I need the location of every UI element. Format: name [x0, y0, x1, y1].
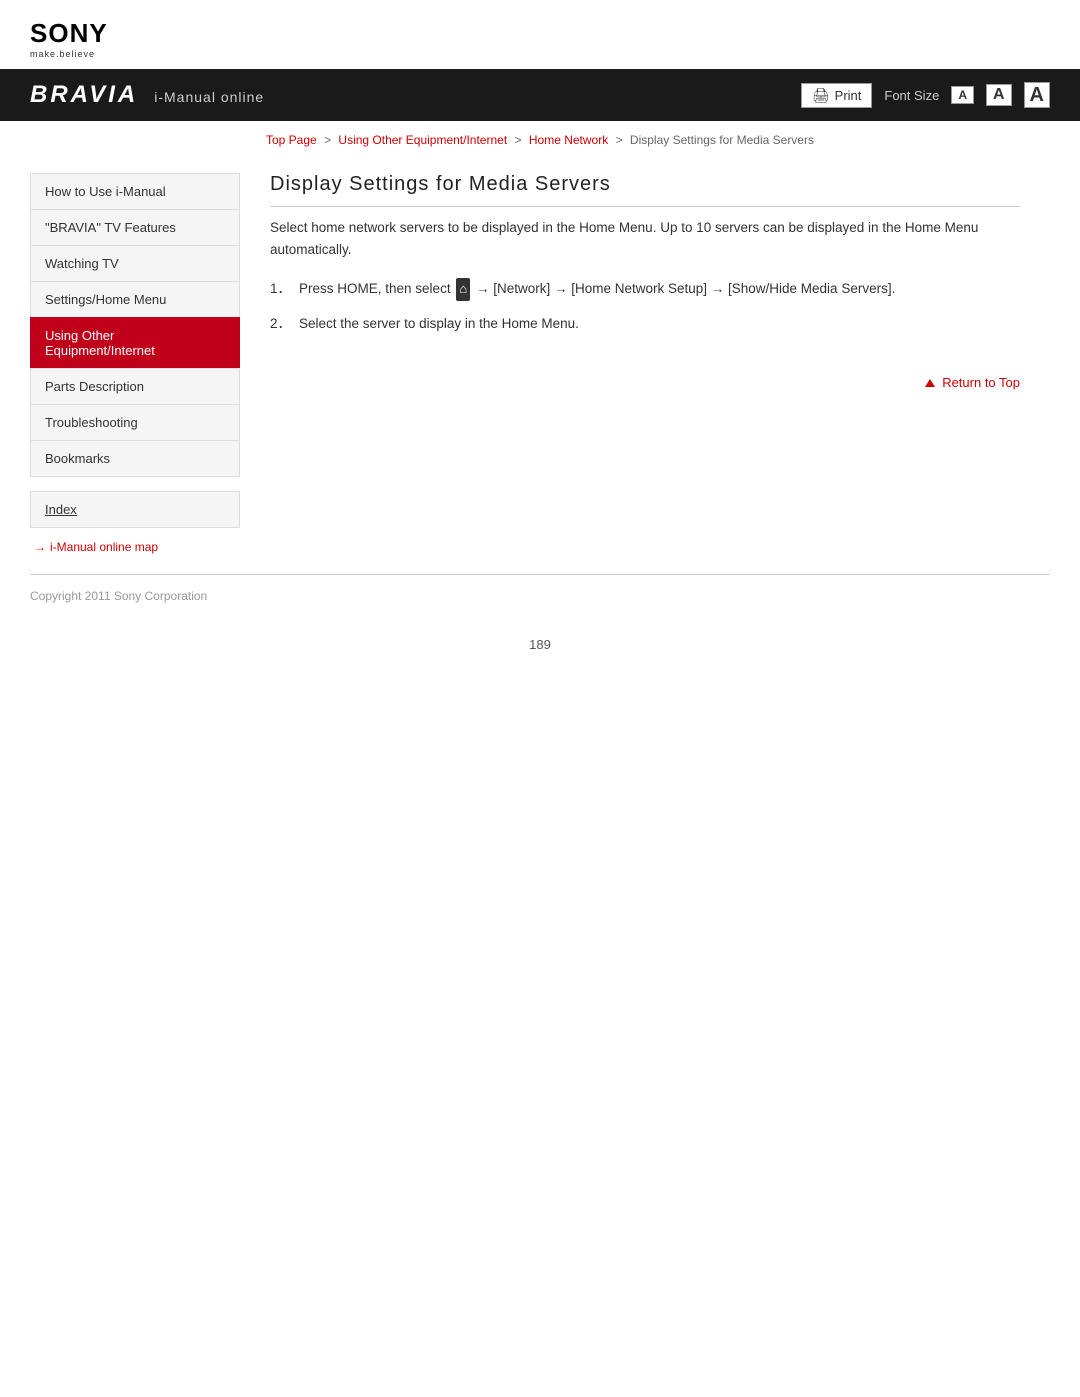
top-bar: SONY make.believe: [0, 0, 1080, 69]
print-label: Print: [835, 88, 862, 103]
return-to-top-link[interactable]: Return to Top: [925, 375, 1020, 390]
sidebar-item-how-to-use[interactable]: How to Use i-Manual: [30, 173, 240, 209]
step-1: 1． Press HOME, then select ⌂ → [Network]…: [270, 278, 1020, 301]
font-size-large-button[interactable]: A: [1024, 82, 1050, 108]
footer: Copyright 2011 Sony Corporation: [0, 575, 1080, 617]
breadcrumb: Top Page > Using Other Equipment/Interne…: [0, 121, 1080, 153]
sidebar-item-bravia-features[interactable]: "BRAVIA" TV Features: [30, 209, 240, 245]
page-title: Display Settings for Media Servers: [270, 173, 1020, 207]
sidebar-item-watching-tv[interactable]: Watching TV: [30, 245, 240, 281]
sidebar: How to Use i-Manual "BRAVIA" TV Features…: [30, 173, 240, 554]
sidebar-item-using-other[interactable]: Using Other Equipment/Internet: [30, 317, 240, 368]
font-size-label: Font Size: [884, 88, 939, 103]
triangle-up-icon: [925, 379, 935, 387]
bravia-bar: BRAVIA i-Manual online 🖨 Print Font Size…: [0, 69, 1080, 121]
page-number: 189: [0, 617, 1080, 672]
main-container: How to Use i-Manual "BRAVIA" TV Features…: [0, 153, 1080, 554]
step-1-text: Press HOME, then select ⌂ → [Network] → …: [299, 278, 1020, 301]
breadcrumb-using-other[interactable]: Using Other Equipment/Internet: [338, 133, 507, 147]
return-to-top-label: Return to Top: [942, 375, 1020, 390]
step-2-number: 2．: [270, 313, 291, 335]
sidebar-item-parts-description[interactable]: Parts Description: [30, 368, 240, 404]
breadcrumb-top-page[interactable]: Top Page: [266, 133, 317, 147]
content-area: Display Settings for Media Servers Selec…: [240, 153, 1050, 554]
step-2: 2． Select the server to display in the H…: [270, 313, 1020, 335]
step-2-text: Select the server to display in the Home…: [299, 313, 1020, 335]
breadcrumb-sep-3: >: [616, 133, 626, 147]
arrow-right-icon: →: [34, 540, 46, 554]
content-intro: Select home network servers to be displa…: [270, 217, 1020, 260]
sidebar-item-settings-home[interactable]: Settings/Home Menu: [30, 281, 240, 317]
font-size-small-button[interactable]: A: [951, 86, 974, 104]
sony-logo: SONY make.believe: [30, 18, 108, 59]
bravia-logo: BRAVIA: [30, 81, 138, 109]
font-size-medium-button[interactable]: A: [986, 84, 1012, 106]
steps-list: 1． Press HOME, then select ⌂ → [Network]…: [270, 278, 1020, 334]
sony-tagline: make.believe: [30, 49, 95, 59]
bravia-right: 🖨 Print Font Size A A A: [801, 82, 1050, 108]
step-1-number: 1．: [270, 278, 291, 301]
bravia-left: BRAVIA i-Manual online: [30, 81, 264, 109]
breadcrumb-home-network[interactable]: Home Network: [529, 133, 608, 147]
sony-text: SONY: [30, 18, 108, 49]
bravia-subtitle: i-Manual online: [154, 89, 264, 105]
breadcrumb-sep-2: >: [515, 133, 525, 147]
print-icon: 🖨: [812, 87, 830, 104]
breadcrumb-sep-1: >: [324, 133, 334, 147]
imanual-map-link[interactable]: →i-Manual online map: [30, 540, 240, 554]
sidebar-item-bookmarks[interactable]: Bookmarks: [30, 440, 240, 477]
breadcrumb-current: Display Settings for Media Servers: [630, 133, 814, 147]
return-to-top: Return to Top: [270, 375, 1020, 390]
sidebar-item-index[interactable]: Index: [30, 491, 240, 528]
sidebar-item-troubleshooting[interactable]: Troubleshooting: [30, 404, 240, 440]
print-button[interactable]: 🖨 Print: [801, 83, 873, 108]
home-icon: ⌂: [456, 278, 470, 301]
copyright-text: Copyright 2011 Sony Corporation: [30, 589, 207, 603]
